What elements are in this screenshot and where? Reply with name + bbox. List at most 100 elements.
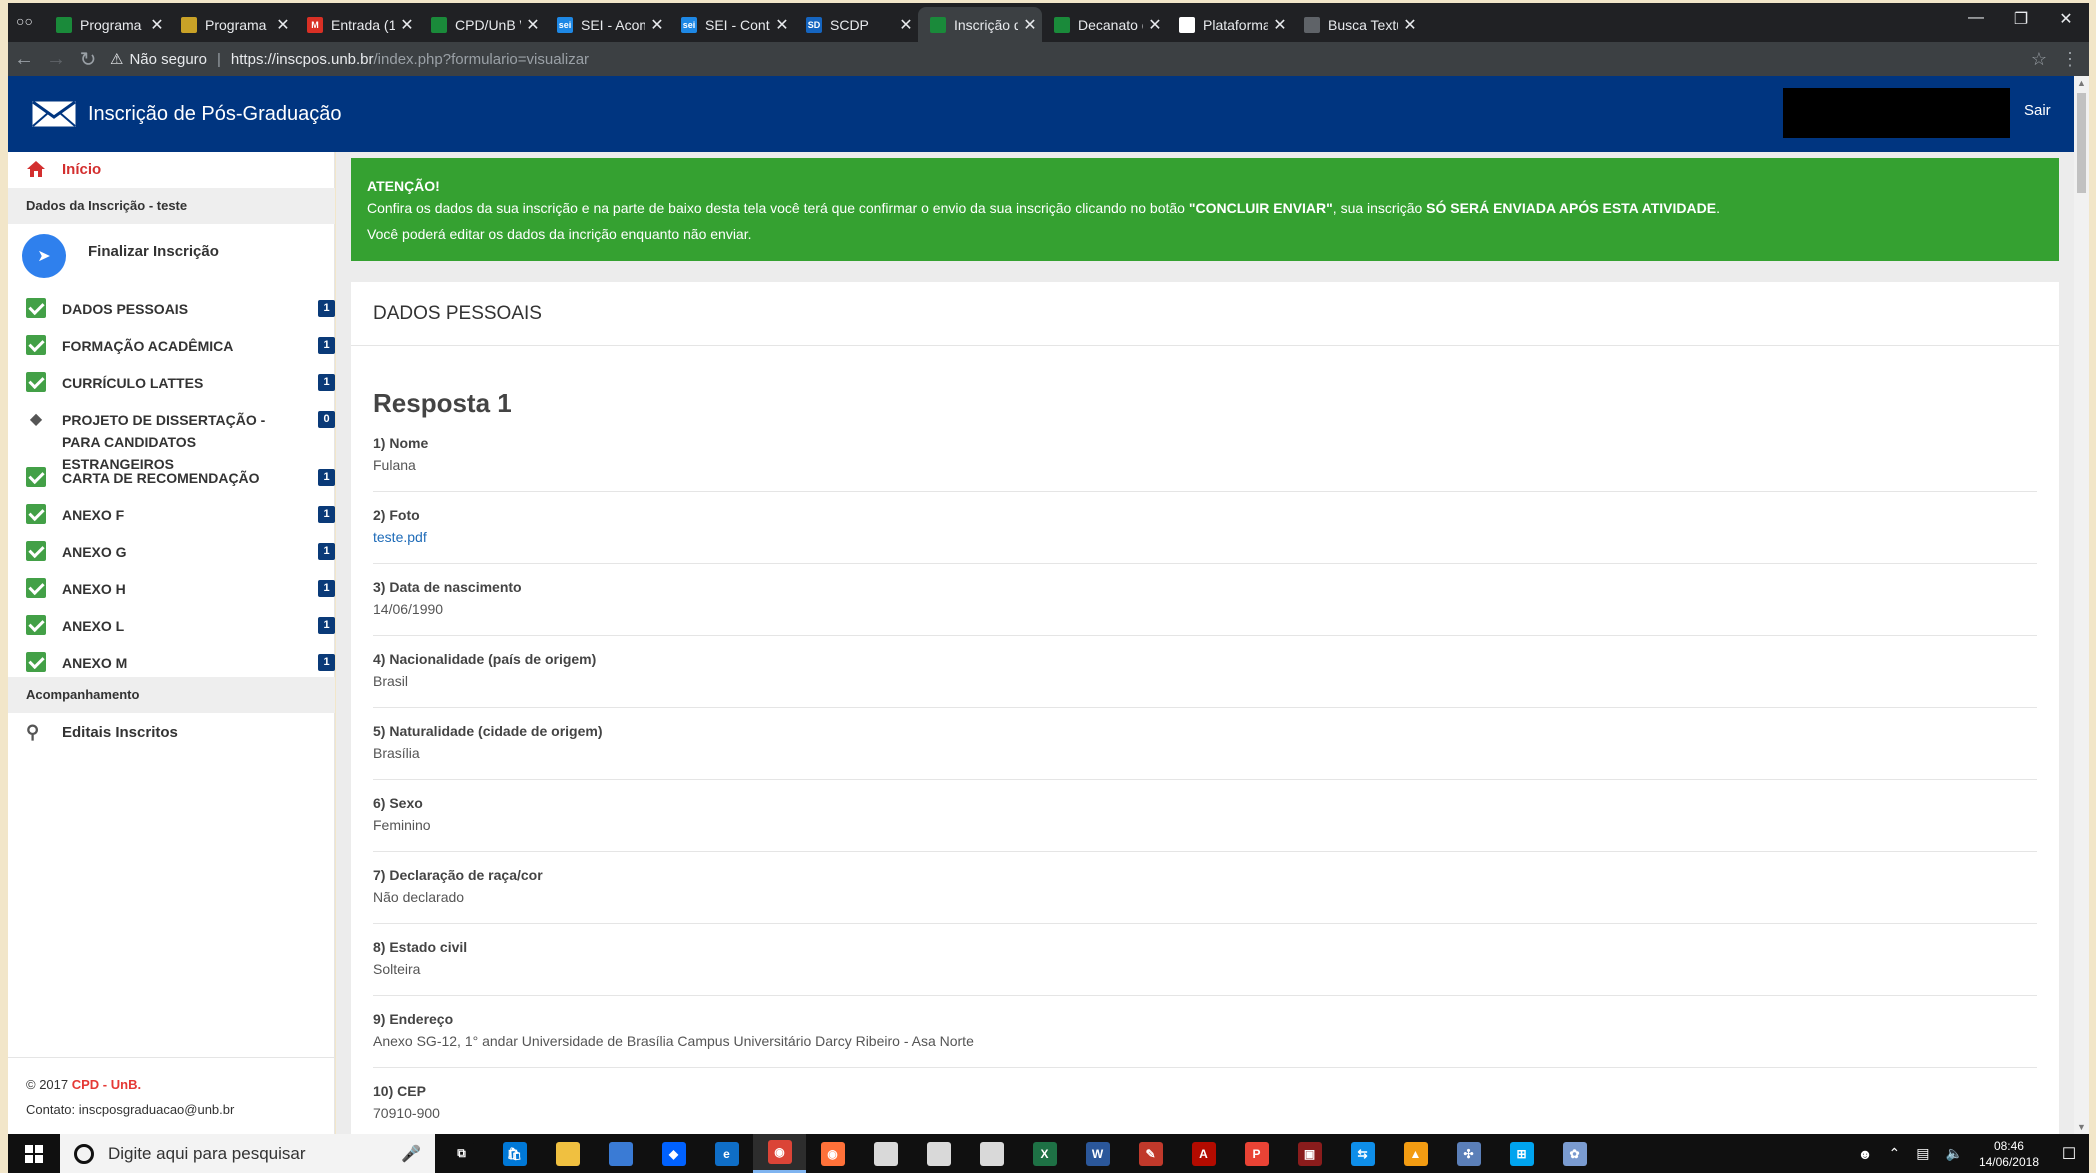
bookmark-star-icon[interactable]: ☆ xyxy=(2031,49,2047,70)
logout-link[interactable]: Sair xyxy=(2024,102,2051,119)
tab-close-icon[interactable]: ✕ xyxy=(271,15,295,35)
sidebar-nav-item[interactable]: FORMAÇÃO ACADÊMICA 1 xyxy=(26,335,336,357)
brand-link[interactable]: CPD - UnB. xyxy=(72,1077,141,1092)
taskbar-app[interactable]: e xyxy=(700,1134,753,1173)
taskbar-app[interactable]: ▲ xyxy=(1389,1134,1442,1173)
browser-tab[interactable]: Inscrição de Pós-✕ xyxy=(918,7,1042,42)
taskbar-app[interactable] xyxy=(859,1134,912,1173)
taskbar-app[interactable] xyxy=(594,1134,647,1173)
checkbox-checked-icon xyxy=(26,652,46,672)
start-button[interactable] xyxy=(8,1134,60,1173)
finalize-button[interactable]: ➤ Finalizar Inscrição xyxy=(22,234,219,278)
vlc-icon: ▲ xyxy=(1403,1141,1428,1166)
reload-icon[interactable]: ↻ xyxy=(72,47,104,72)
tab-close-icon[interactable]: ✕ xyxy=(770,15,794,35)
close-window-icon[interactable]: ✕ xyxy=(2043,9,2089,29)
home-icon xyxy=(27,161,45,177)
taskbar-app[interactable]: X xyxy=(1018,1134,1071,1173)
tab-close-icon[interactable]: ✕ xyxy=(1398,15,1422,35)
taskbar-app[interactable] xyxy=(965,1134,1018,1173)
tab-close-icon[interactable]: ✕ xyxy=(145,15,169,35)
tab-close-icon[interactable]: ✕ xyxy=(645,15,669,35)
field-question: 5) Naturalidade (cidade de origem) xyxy=(373,723,603,739)
back-icon[interactable]: ← xyxy=(8,48,40,71)
browser-tab[interactable]: sei SEI - Acompanha✕ xyxy=(545,7,669,42)
taskbar-app[interactable]: W xyxy=(1071,1134,1124,1173)
browser-tab[interactable]: Programa de Pós✕ xyxy=(44,7,169,42)
url-host: inscpos.unb.br xyxy=(275,50,374,68)
browser-tab[interactable]: M Entrada (1) - ppg✕ xyxy=(295,7,419,42)
sidebar-item-home[interactable]: Início xyxy=(26,160,101,178)
taskbar-app[interactable]: P xyxy=(1230,1134,1283,1173)
taskbar-app[interactable]: ⊞ xyxy=(1495,1134,1548,1173)
taskbar-app[interactable]: ◆ xyxy=(647,1134,700,1173)
volume-icon[interactable]: 🔈 xyxy=(1946,1145,1963,1162)
taskbar-app[interactable] xyxy=(912,1134,965,1173)
nav-item-label: CARTA DE RECOMENDAÇÃO xyxy=(62,470,260,486)
tab-close-icon[interactable]: ✕ xyxy=(1143,15,1167,35)
browser-tab[interactable]: Programa de Pós✕ xyxy=(169,7,295,42)
field-question: 10) CEP xyxy=(373,1083,426,1099)
sidebar-nav-item[interactable]: ANEXO G 1 xyxy=(26,541,336,563)
nav-item-label: ANEXO G xyxy=(62,544,127,560)
tab-close-icon[interactable]: ✕ xyxy=(521,15,545,35)
tab-close-icon[interactable]: ✕ xyxy=(1268,15,1292,35)
page-scrollbar[interactable]: ▲ ▼ xyxy=(2074,76,2089,1134)
home-label: Início xyxy=(62,160,102,178)
scroll-thumb[interactable] xyxy=(2077,93,2086,193)
network-status-icon[interactable]: ▤ xyxy=(1916,1145,1929,1162)
tab-favicon-icon xyxy=(181,16,197,33)
restore-icon[interactable]: ❐ xyxy=(1998,9,2044,29)
sidebar-nav-item[interactable]: DADOS PESSOAIS 1 xyxy=(26,298,336,320)
taskbar-app[interactable]: ⇆ xyxy=(1336,1134,1389,1173)
scroll-down-icon[interactable]: ▼ xyxy=(2074,1122,2089,1132)
checkbox-checked-icon xyxy=(26,578,46,598)
scroll-up-icon[interactable]: ▲ xyxy=(2074,78,2089,88)
taskbar-app[interactable]: ✣ xyxy=(1442,1134,1495,1173)
browser-tab[interactable]: CPD/UnB Webma✕ xyxy=(419,7,545,42)
taskbar-app[interactable]: A xyxy=(1177,1134,1230,1173)
address-bar[interactable]: ⚠ Não seguro | https:// inscpos.unb.br /… xyxy=(104,45,2023,73)
taskbar-app[interactable]: ✿ xyxy=(1548,1134,1601,1173)
field-question: 6) Sexo xyxy=(373,795,423,811)
browser-menu-icon[interactable]: ⋮ xyxy=(2061,49,2079,70)
browser-tab[interactable]: Decanato de Ensi✕ xyxy=(1042,7,1167,42)
tab-close-icon[interactable]: ✕ xyxy=(1018,15,1042,35)
sidebar-nav-item[interactable]: CURRÍCULO LATTES 1 xyxy=(26,372,336,394)
people-icon[interactable]: ☻ xyxy=(1858,1146,1873,1162)
taskbar-app[interactable]: ⧉ xyxy=(435,1134,488,1173)
minimize-icon[interactable]: — xyxy=(1953,9,1999,27)
sidebar-item-editais[interactable]: ⚲ Editais Inscritos xyxy=(26,722,178,743)
security-label[interactable]: Não seguro xyxy=(129,51,207,68)
taskbar-app[interactable]: ✎ xyxy=(1124,1134,1177,1173)
tab-close-icon[interactable]: ✕ xyxy=(894,15,918,35)
taskbar-app[interactable]: ◉ xyxy=(806,1134,859,1173)
clock[interactable]: 08:46 14/06/2018 xyxy=(1979,1138,2039,1170)
sidebar-nav-item[interactable]: ANEXO M 1 xyxy=(26,652,336,674)
sidebar-nav-item[interactable]: ANEXO F 1 xyxy=(26,504,336,526)
taskbar-app[interactable]: ◉ xyxy=(753,1134,806,1173)
taskbar-search[interactable]: Digite aqui para pesquisar 🎤 xyxy=(60,1134,435,1173)
checkbox-checked-icon xyxy=(26,541,46,561)
notifications-icon[interactable]: ☐ xyxy=(2049,1144,2089,1164)
browser-tab[interactable]: Busca Textual - C✕ xyxy=(1292,7,1422,42)
browser-tab[interactable]: SD SCDP ✕ xyxy=(794,7,918,42)
browser-tab[interactable]: Plataforma Lattes✕ xyxy=(1167,7,1292,42)
alert-line-1: Confira os dados da sua inscrição e na p… xyxy=(367,197,2043,219)
sidebar-nav-item[interactable]: ◆ PROJETO DE DISSERTAÇÃO - PARA CANDIDATO… xyxy=(26,409,336,475)
firefox-icon: ◉ xyxy=(820,1141,845,1166)
tab-close-icon[interactable]: ✕ xyxy=(395,15,419,35)
taskbar-app[interactable]: 🛍 xyxy=(488,1134,541,1173)
microphone-icon[interactable]: 🎤 xyxy=(401,1144,421,1164)
sidebar-nav-item[interactable]: ANEXO H 1 xyxy=(26,578,336,600)
browser-tab[interactable]: sei SEI - Controle de✕ xyxy=(669,7,794,42)
tray-chevron-icon[interactable]: ⌃ xyxy=(1889,1145,1901,1162)
forward-icon[interactable]: → xyxy=(40,48,72,71)
sidebar-nav-item[interactable]: ANEXO L 1 xyxy=(26,615,336,637)
warning-icon[interactable]: ⚠ xyxy=(110,50,123,68)
sidebar-nav-item[interactable]: CARTA DE RECOMENDAÇÃO 1 xyxy=(26,467,336,489)
taskbar-app[interactable]: ▣ xyxy=(1283,1134,1336,1173)
nav-item-label: CURRÍCULO LATTES xyxy=(62,375,204,391)
field-answer-link[interactable]: teste.pdf xyxy=(373,526,2037,548)
taskbar-app[interactable] xyxy=(541,1134,594,1173)
